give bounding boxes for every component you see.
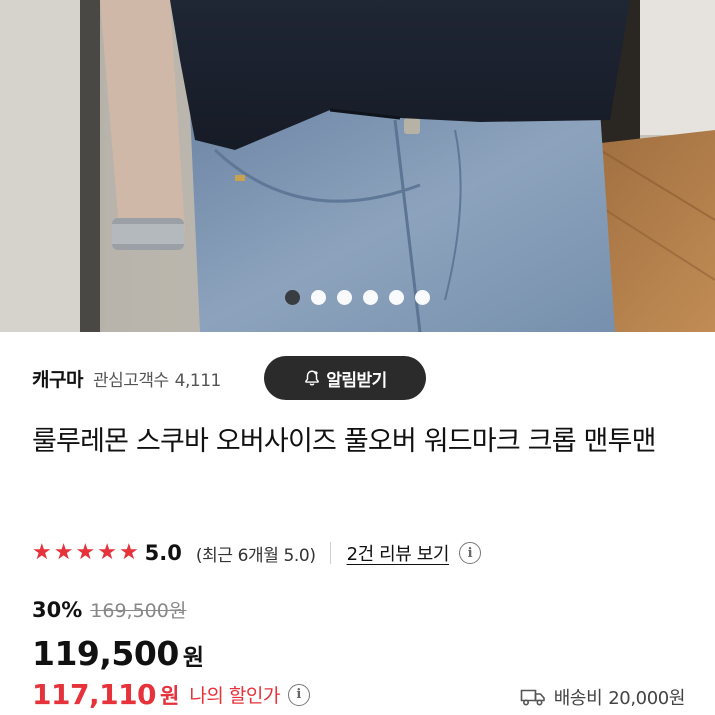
star-icon: ★: [118, 540, 139, 565]
star-icon: ★: [53, 540, 74, 565]
followers-info: 관심고객수 4,111: [93, 366, 221, 391]
reviews-link[interactable]: 2건 리뷰 보기: [347, 540, 450, 566]
sale-price: 119,500: [32, 634, 179, 673]
rating-row: ★ ★ ★ ★ ★ 5.0 (최근 6개월 5.0) 2건 리뷰 보기 i: [32, 536, 482, 570]
carousel-dot[interactable]: [311, 290, 326, 305]
my-price-row: 117,110 원 나의 할인가 i: [32, 678, 310, 711]
my-discount-price: 117,110: [32, 678, 157, 711]
my-price-label: 나의 할인가: [189, 685, 280, 707]
sale-price-unit: 원: [182, 645, 204, 671]
star-icon: ★: [32, 540, 52, 565]
seller-name[interactable]: 캐구마: [32, 365, 83, 392]
rating-stars: ★ ★ ★ ★ ★: [32, 542, 139, 564]
carousel-dot[interactable]: [415, 290, 430, 305]
star-icon: ★: [75, 540, 96, 565]
carousel-dot[interactable]: [389, 290, 404, 305]
sale-price-row: 119,500 원: [32, 634, 204, 673]
shipping-fee: 배송비 20,000원: [520, 684, 685, 710]
my-price-unit: 원: [160, 683, 180, 708]
shipping-label: 배송비: [553, 688, 603, 709]
original-price: 169,500원: [90, 600, 187, 622]
shipping-value: 20,000원: [608, 688, 685, 709]
seller-row: 캐구마 관심고객수 4,111 알림받기: [32, 356, 691, 400]
followers-count: 4,111: [174, 370, 222, 391]
rating-info-icon[interactable]: i: [459, 542, 482, 564]
product-photo: [0, 0, 715, 332]
divider: [329, 542, 331, 564]
discount-percent: 30%: [32, 598, 83, 622]
carousel-dots: [0, 290, 715, 305]
carousel-dot[interactable]: [363, 290, 378, 305]
product-title: 룰루레몬 스쿠바 오버사이즈 풀오버 워드마크 크롭 맨투맨: [32, 426, 656, 457]
bell-plus-icon: [305, 370, 320, 386]
star-icon: ★: [97, 540, 117, 565]
notify-button[interactable]: 알림받기: [264, 356, 426, 400]
rating-score: 5.0: [144, 541, 182, 565]
carousel-dot[interactable]: [285, 290, 300, 305]
carousel-dot[interactable]: [337, 290, 352, 305]
truck-icon: [520, 689, 545, 706]
notify-label: 알림받기: [326, 370, 387, 391]
my-price-info-icon[interactable]: i: [287, 683, 310, 706]
discount-row: 30% 169,500원: [32, 596, 186, 623]
recent-rating: (최근 6개월 5.0): [195, 545, 316, 566]
followers-label: 관심고객수: [92, 370, 169, 391]
product-image-carousel[interactable]: [0, 0, 715, 332]
